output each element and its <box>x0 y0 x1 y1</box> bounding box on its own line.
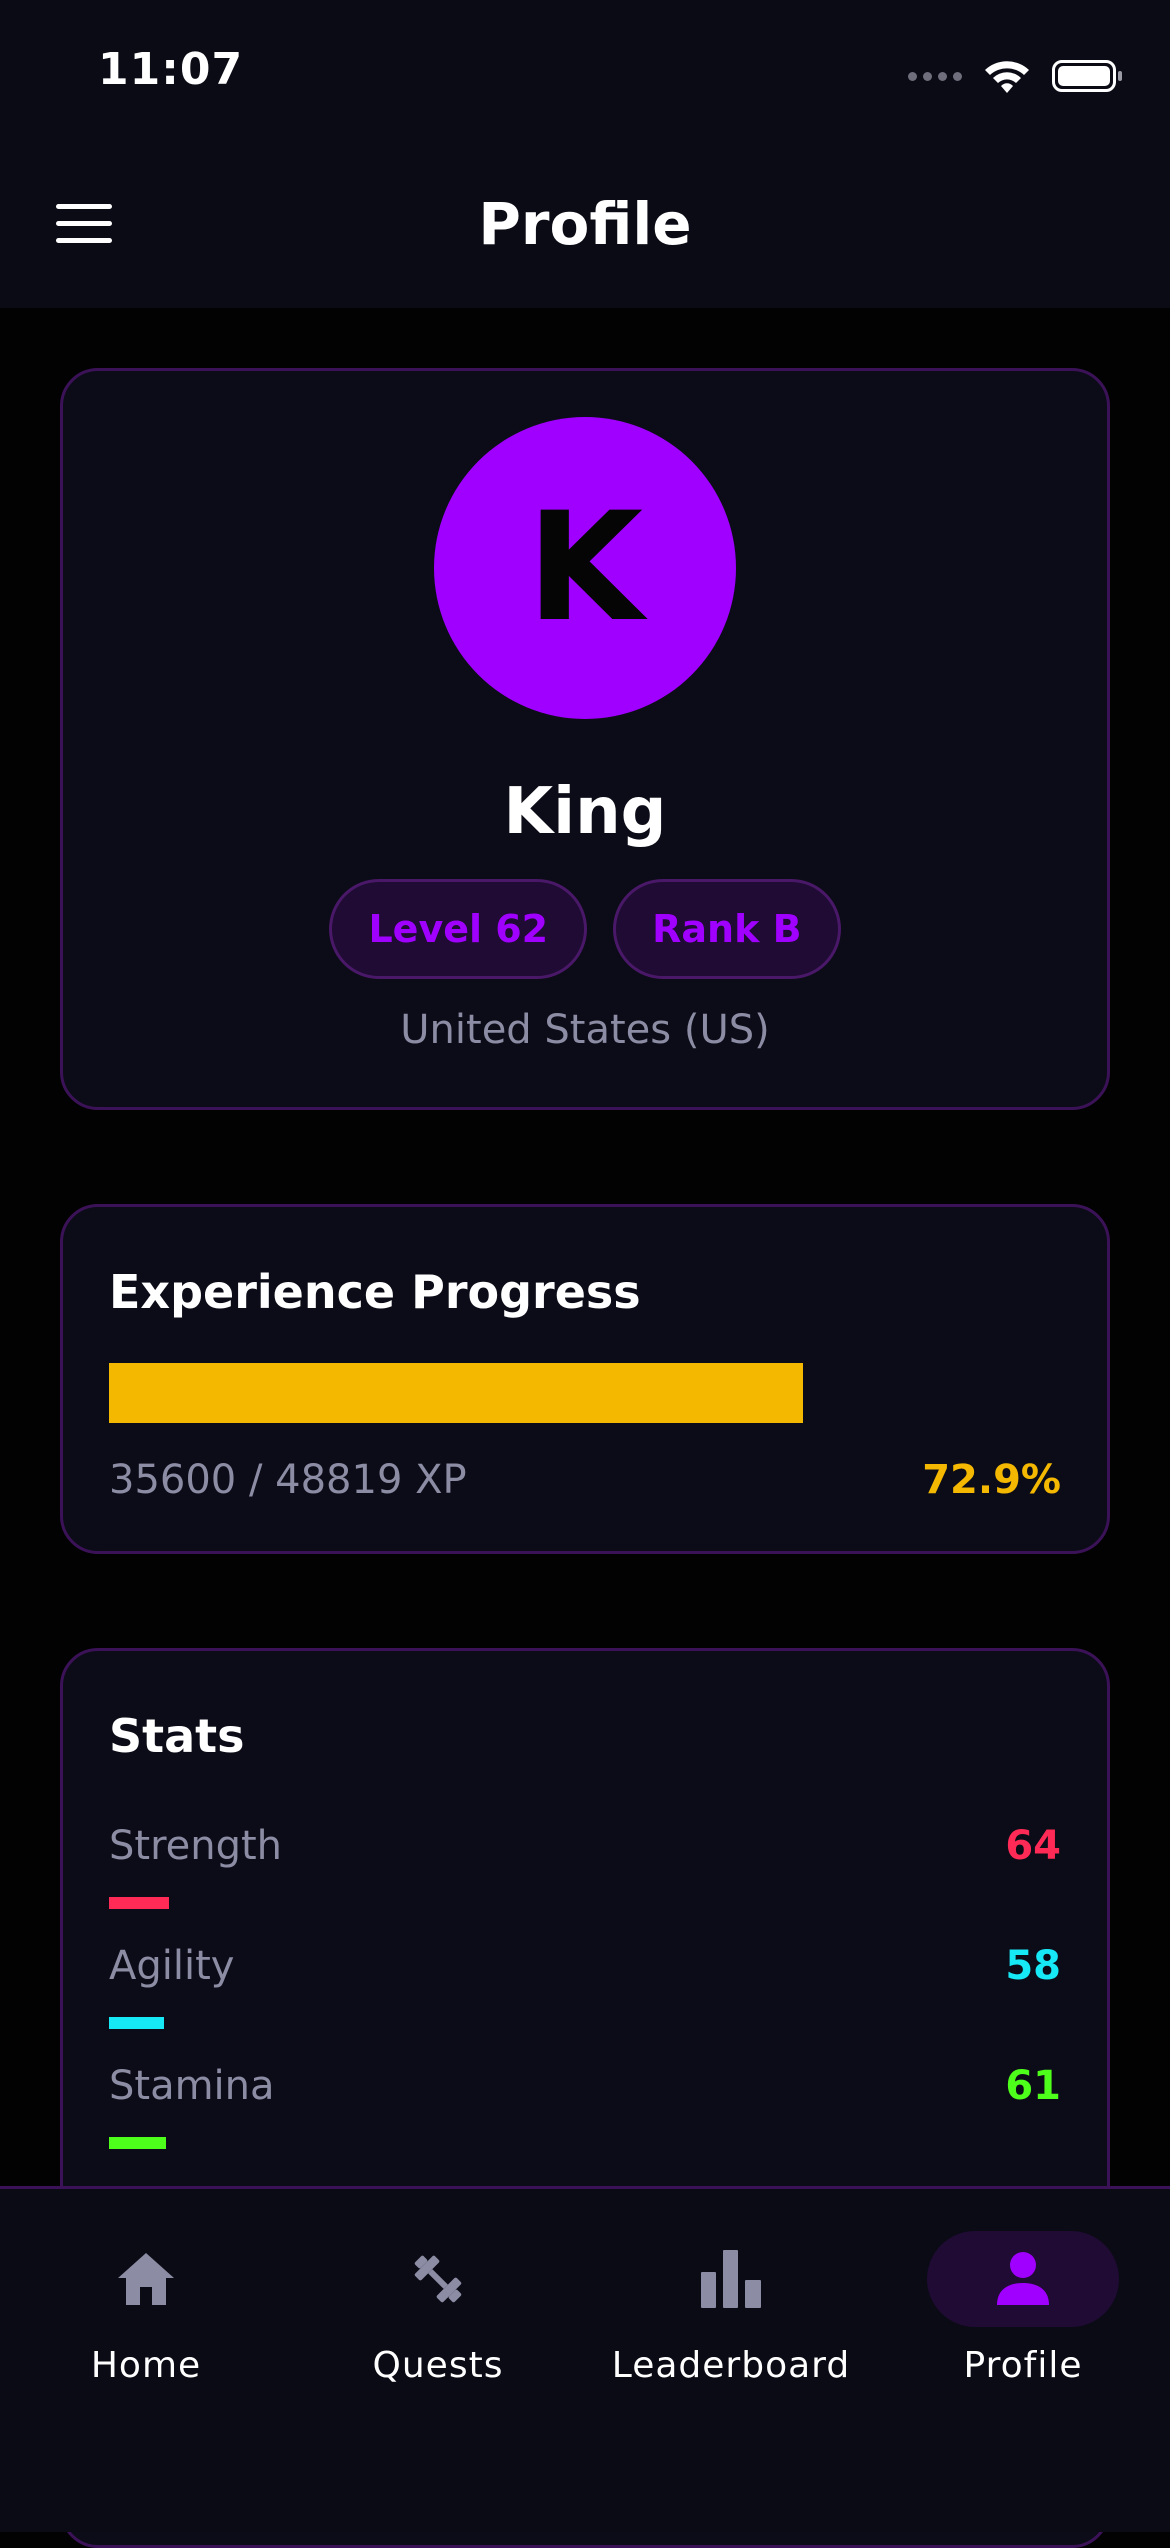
stat-bar <box>109 2017 164 2029</box>
stat-row-strength: Strength 64 <box>109 1823 1061 1923</box>
stat-label: Stamina <box>109 2063 275 2109</box>
nav-label-profile: Profile <box>963 2345 1083 2386</box>
bottom-navigation: Home Quests Leaderboard Profile <box>0 2186 1170 2532</box>
stat-row-agility: Agility 58 <box>109 1943 1061 2043</box>
experience-card: Experience Progress 35600 / 48819 XP 72.… <box>60 1204 1110 1554</box>
experience-percent: 72.9% <box>922 1457 1061 1503</box>
level-badge: Level 62 <box>329 879 588 979</box>
stat-value: 58 <box>1005 1943 1061 1989</box>
experience-xp-text: 35600 / 48819 XP <box>109 1457 467 1503</box>
experience-title: Experience Progress <box>109 1265 641 1319</box>
dumbbell-icon <box>414 2255 462 2303</box>
country-label: United States (US) <box>400 1007 770 1053</box>
status-time: 11:07 <box>98 44 244 95</box>
nav-label-leaderboard: Leaderboard <box>611 2345 851 2386</box>
profile-badges: Level 62 Rank B <box>63 879 1107 979</box>
nav-item-home[interactable]: Home <box>0 2189 292 2409</box>
nav-icon-container <box>342 2231 534 2327</box>
profile-name: King <box>503 775 667 849</box>
stat-bar <box>109 1897 170 1909</box>
avatar[interactable]: K <box>434 417 736 719</box>
rank-badge: Rank B <box>613 879 841 979</box>
nav-icon-container <box>635 2231 827 2327</box>
bar-chart-icon <box>701 2250 761 2308</box>
nav-label-quests: Quests <box>372 2345 504 2386</box>
experience-progress-bar <box>109 1363 1061 1423</box>
cellular-signal-icon <box>908 71 962 81</box>
stat-label: Strength <box>109 1823 283 1869</box>
nav-icon-container <box>50 2231 242 2327</box>
stat-value: 61 <box>1005 2063 1061 2109</box>
top-bar: 11:07 Profile <box>0 0 1170 308</box>
stat-label: Agility <box>109 1943 235 1989</box>
stat-bar <box>109 2137 167 2149</box>
profile-card: K King Level 62 Rank B United States (US… <box>60 368 1110 1110</box>
nav-item-profile[interactable]: Profile <box>877 2189 1169 2409</box>
home-icon <box>118 2253 174 2305</box>
nav-item-quests[interactable]: Quests <box>292 2189 584 2409</box>
nav-icon-container <box>927 2231 1119 2327</box>
page-title: Profile <box>478 190 692 258</box>
person-icon <box>997 2252 1049 2305</box>
stats-title: Stats <box>109 1709 245 1763</box>
status-indicators <box>908 48 1122 104</box>
stat-row-stamina: Stamina 61 <box>109 2063 1061 2163</box>
nav-label-home: Home <box>90 2345 202 2386</box>
wifi-icon <box>985 61 1029 93</box>
nav-item-leaderboard[interactable]: Leaderboard <box>585 2189 877 2409</box>
battery-icon <box>1052 60 1122 92</box>
experience-progress-fill <box>109 1363 803 1423</box>
stat-value: 64 <box>1005 1823 1061 1869</box>
